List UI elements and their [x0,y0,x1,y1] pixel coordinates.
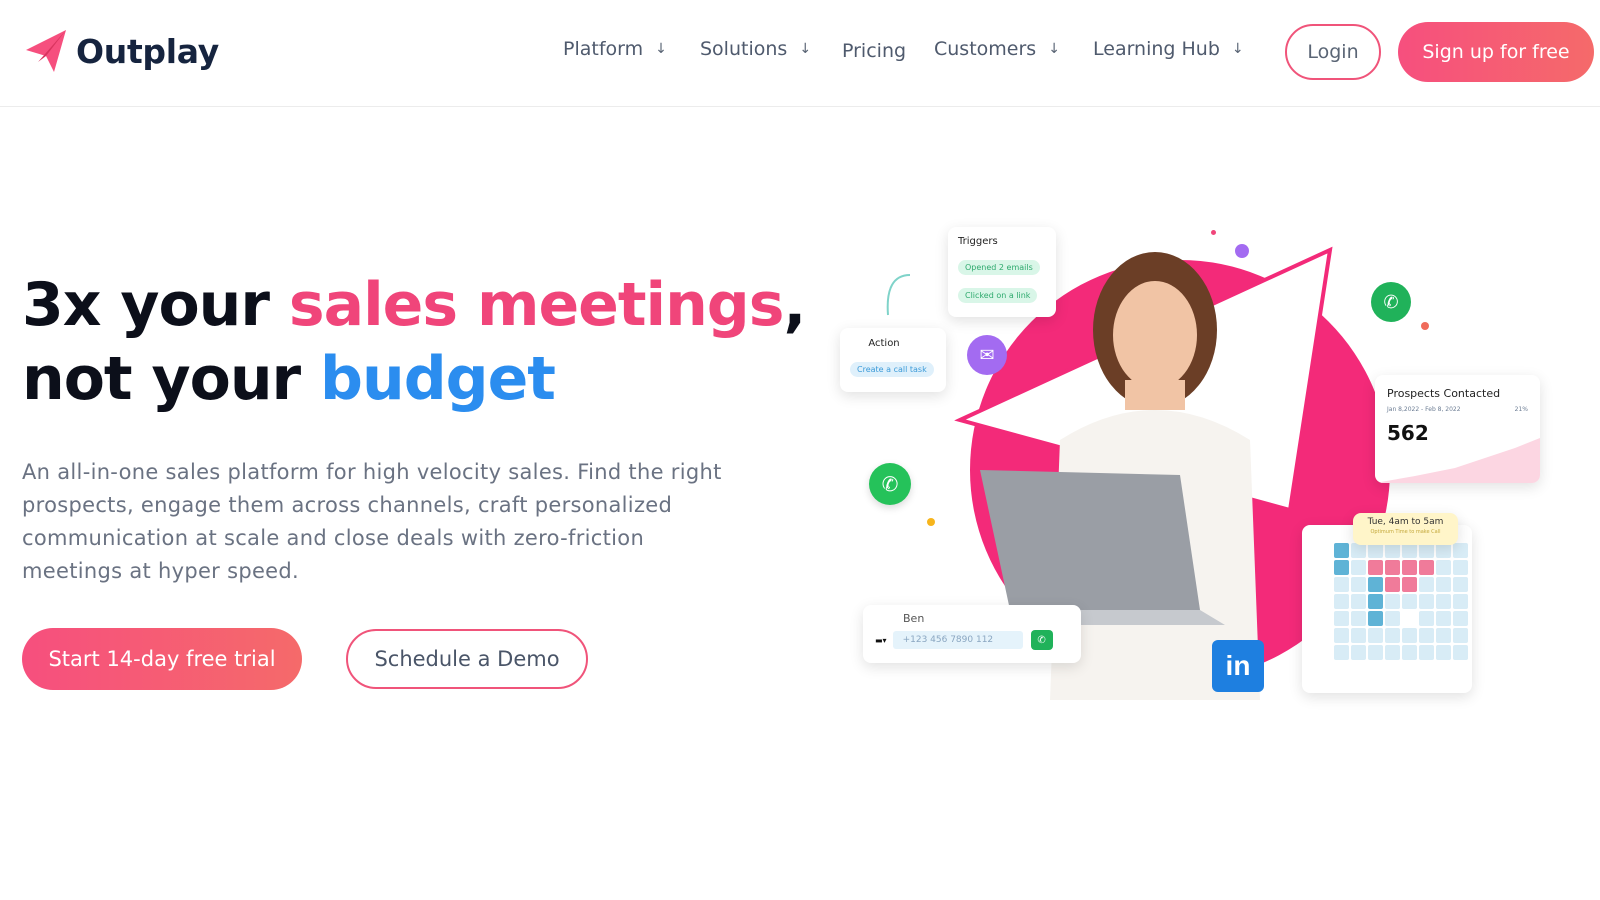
linkedin-icon: in [1212,640,1264,692]
nav-pricing-label: Pricing [842,40,907,62]
nav-solutions[interactable]: Solutions ↓ [700,38,811,60]
login-button[interactable]: Login [1285,24,1381,80]
arrow-down-icon: ↓ [655,41,667,57]
nav-pricing[interactable]: Pricing [842,40,906,62]
us-flag-icon: ▬▾ [875,635,887,645]
trigger-chip: Clicked on a link [958,288,1038,303]
phone-call-icon: ✆ [1030,630,1053,650]
action-title: Action [868,338,900,349]
prospects-change: 21% [1514,406,1528,413]
brand-logo[interactable]: Outplay [24,28,219,74]
call-card: Ben ▬▾ +123 456 7890 112 ✆ [863,605,1081,663]
nav-platform-label: Platform [563,38,644,60]
paper-plane-logo-icon [26,30,66,72]
triggers-card: Triggers Opened 2 emails Clicked on a li… [948,227,1056,317]
headline-highlight-sales-meetings: sales meetings [288,270,785,340]
triggers-title: Triggers [958,236,998,247]
trigger-chip: Opened 2 emails [958,260,1040,275]
hero-headline: 3x your sales meetings, not your budget [22,268,806,416]
tooltip-time: Tue, 4am to 5am [1367,517,1444,527]
headline-highlight-budget: budget [320,344,556,414]
calendar-card [1302,525,1472,693]
signup-button[interactable]: Sign up for free [1398,22,1594,82]
prospects-contacted-card: Prospects Contacted Jan 8,2022 - Feb 8, … [1375,375,1540,483]
tooltip-subtitle: Optimum Time to make Call [1370,529,1441,535]
decorative-dot [927,518,935,526]
caller-name: Ben [903,612,925,625]
prospects-title: Prospects Contacted [1387,387,1501,400]
arrow-down-icon: ↓ [1048,41,1060,57]
nav-platform[interactable]: Platform ↓ [563,38,667,60]
nav-customers[interactable]: Customers ↓ [934,38,1060,60]
nav-solutions-label: Solutions [700,38,788,60]
prospects-trend-graph [1375,438,1540,483]
arrow-down-icon: ↓ [1231,41,1244,57]
headline-line2-prefix: not your [22,344,321,414]
email-icon: ✉ [967,335,1007,375]
hero-illustration: Triggers Opened 2 emails Clicked on a li… [840,220,1570,720]
nav-customers-label: Customers [934,38,1037,60]
schedule-demo-button[interactable]: Schedule a Demo [346,629,588,689]
prospects-date-range: Jan 8,2022 - Feb 8, 2022 [1387,406,1461,413]
top-navigation: Outplay Platform ↓ Solutions ↓ Pricing C… [0,0,1600,107]
brand-name: Outplay [76,31,219,71]
nav-learning-hub-label: Learning Hub [1093,38,1220,60]
decorative-dot [1421,322,1429,330]
arrow-down-icon: ↓ [799,41,812,57]
action-chip: Create a call task [850,362,934,377]
action-card: Action Create a call task [840,328,946,392]
headline-comma: , [783,270,806,340]
calendar-grid [1334,543,1468,660]
phone-icon: ✆ [1371,282,1411,322]
hero-description: An all-in-one sales platform for high ve… [22,460,722,583]
start-trial-button[interactable]: Start 14-day free trial [22,628,302,690]
headline-part1: 3x your [22,270,289,340]
decorative-dot [1211,230,1216,235]
nav-learning-hub[interactable]: Learning Hub ↓ [1093,38,1244,60]
phone-number-field: +123 456 7890 112 [892,631,1023,649]
calendar-tooltip: Tue, 4am to 5am Optimum Time to make Cal… [1353,513,1458,545]
decorative-dot [1235,244,1249,258]
whatsapp-icon: ✆ [869,463,911,505]
